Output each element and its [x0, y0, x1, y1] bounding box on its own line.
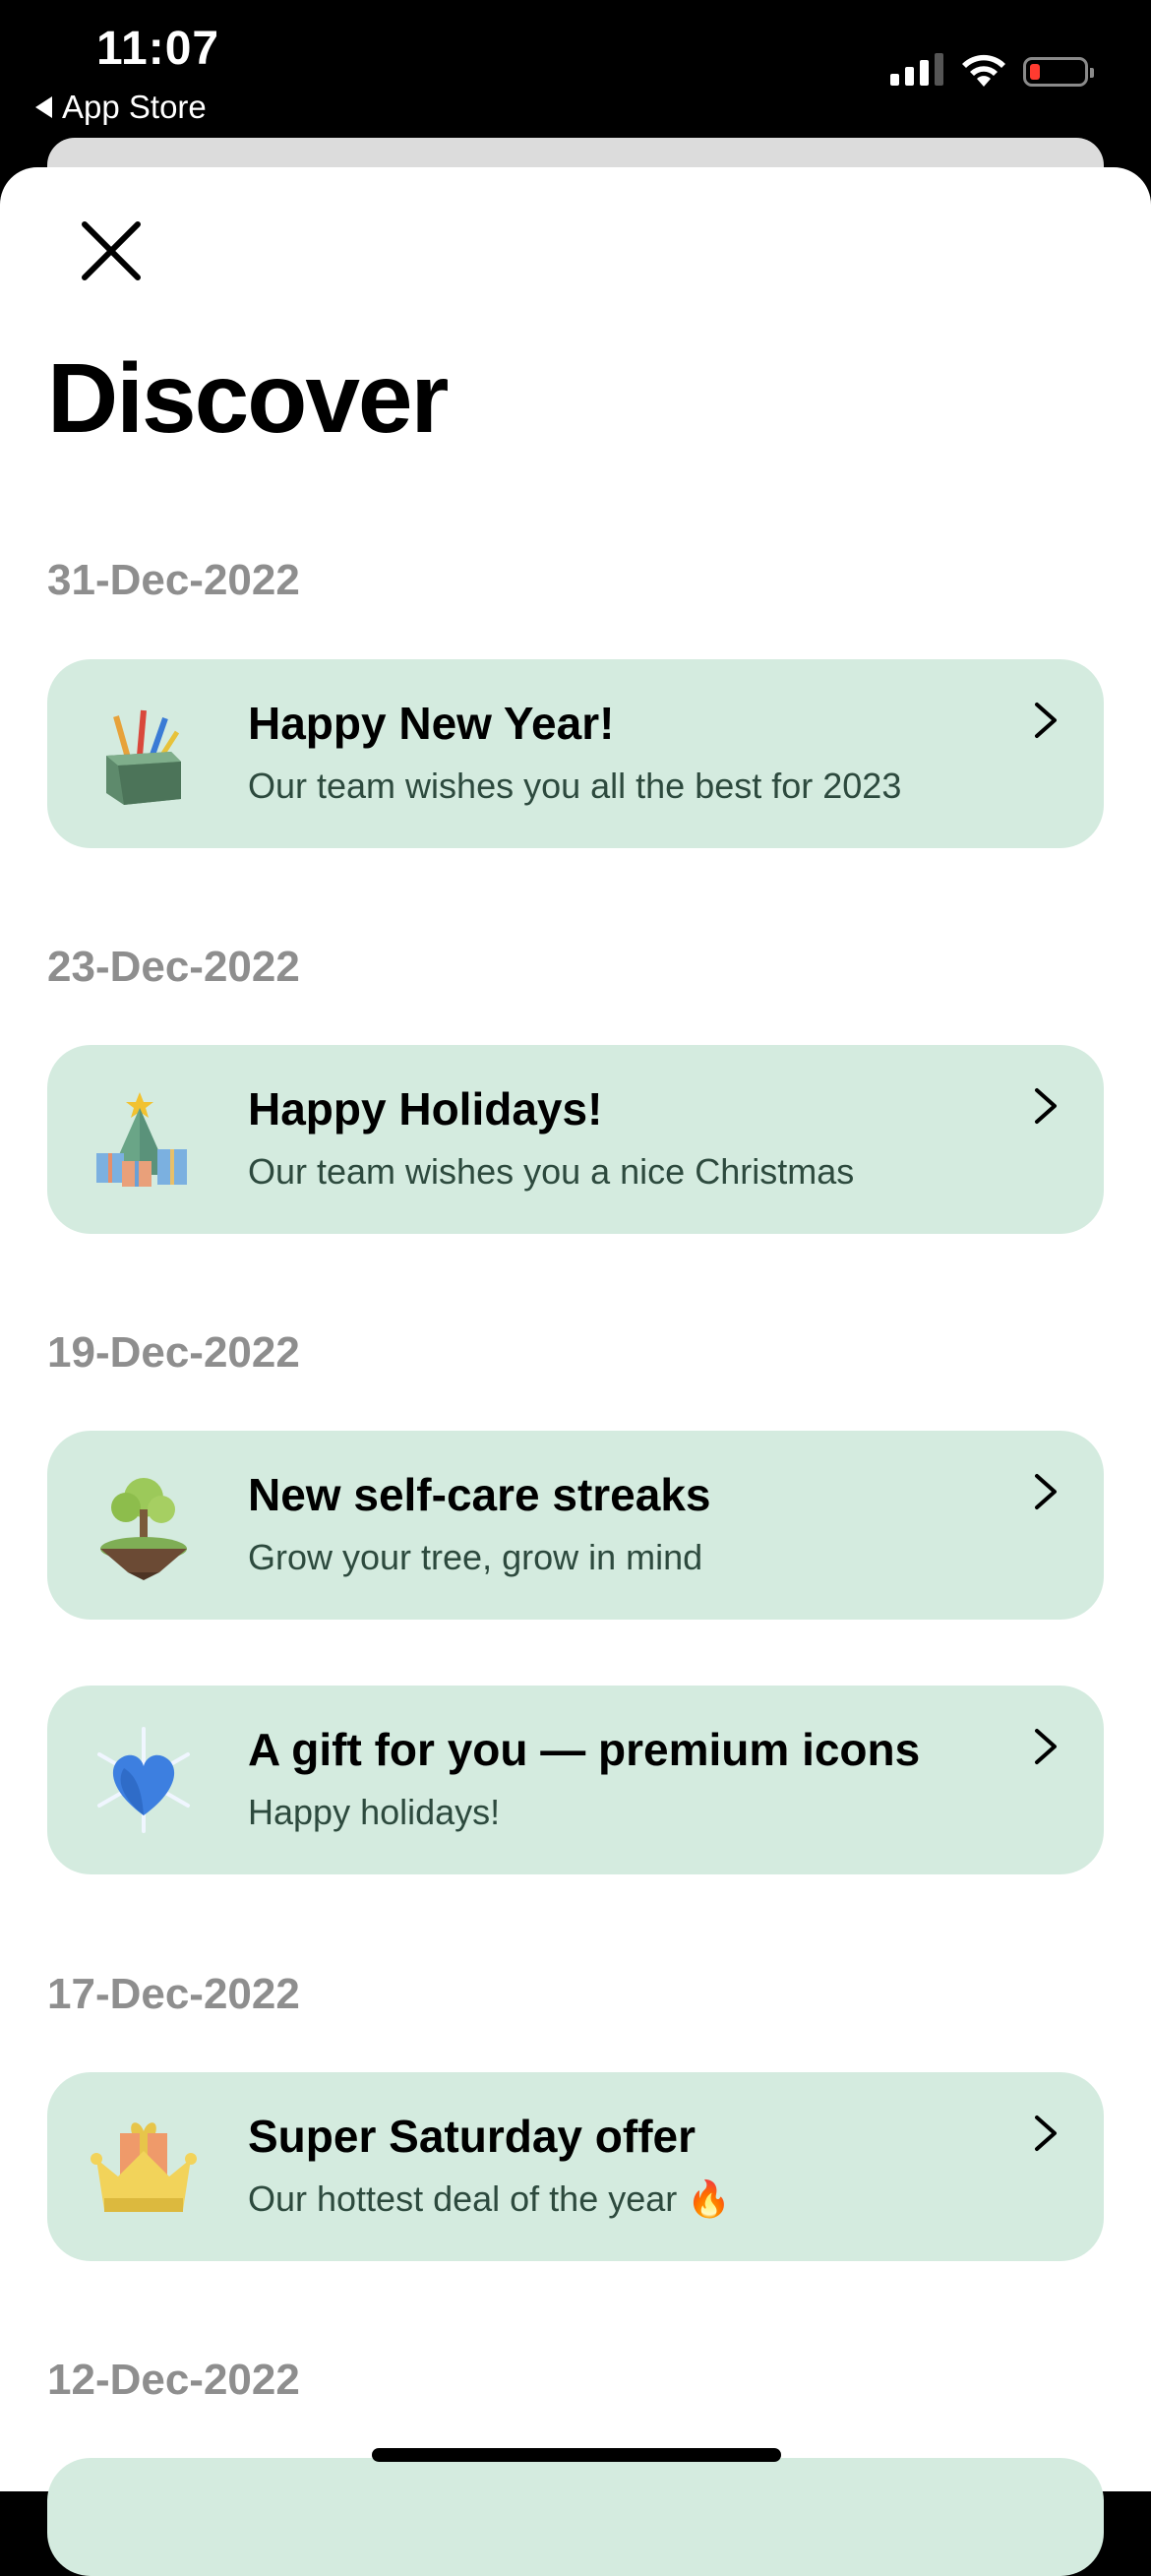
chevron-right-icon [1035, 1729, 1057, 1764]
discover-card-new-year[interactable]: Happy New Year! Our team wishes you all … [47, 659, 1104, 848]
fireworks-box-icon [106, 709, 181, 805]
battery-level [1030, 64, 1040, 80]
discover-card-premium-icons[interactable]: A gift for you — premium icons Happy hol… [47, 1686, 1104, 1874]
card-title: New self-care streaks [248, 1469, 711, 1520]
section-date: 19-Dec-2022 [47, 1328, 300, 1377]
discover-card-self-care-streaks[interactable]: New self-care streaks Grow your tree, gr… [47, 1431, 1104, 1620]
card-subtitle: Our team wishes you all the best for 202… [248, 766, 902, 806]
back-triangle-icon [35, 96, 52, 118]
back-app-label: App Store [62, 89, 207, 125]
wifi-icon [962, 54, 1005, 87]
christmas-tree-gifts-icon [96, 1092, 187, 1187]
page-title: Discover [47, 343, 449, 454]
chevron-right-icon [1035, 703, 1057, 738]
home-indicator[interactable] [372, 2448, 781, 2462]
card-subtitle: Our team wishes you a nice Christmas [248, 1151, 855, 1192]
section-date: 23-Dec-2022 [47, 943, 300, 991]
chevron-right-icon [1035, 2116, 1057, 2151]
card-title: Super Saturday offer [248, 2111, 696, 2162]
section-date: 31-Dec-2022 [47, 556, 300, 604]
section-date: 17-Dec-2022 [47, 1970, 300, 2018]
cellular-signal-icon [890, 53, 943, 86]
floating-tree-icon [100, 1478, 187, 1580]
crown-gift-icon [91, 2122, 197, 2212]
chevron-right-icon [1035, 1474, 1057, 1509]
card-subtitle: Happy holidays! [248, 1792, 501, 1832]
blue-heart-snowflake-icon [97, 1727, 190, 1833]
status-time: 11:07 [96, 23, 220, 75]
chevron-right-icon [1035, 1088, 1057, 1124]
close-icon[interactable] [77, 216, 146, 285]
card-title: A gift for you — premium icons [248, 1724, 921, 1775]
back-to-app-store-link[interactable]: App Store [35, 89, 207, 126]
card-subtitle: Our hottest deal of the year 🔥 [248, 2178, 732, 2219]
discover-card-holidays[interactable]: Happy Holidays! Our team wishes you a ni… [47, 1045, 1104, 1234]
discover-card-super-saturday[interactable]: Super Saturday offer Our hottest deal of… [47, 2072, 1104, 2261]
section-date: 12-Dec-2022 [47, 2356, 300, 2404]
discover-card-partial[interactable] [47, 2458, 1104, 2576]
battery-icon [1023, 57, 1094, 87]
card-title: Happy New Year! [248, 698, 615, 749]
card-title: Happy Holidays! [248, 1083, 603, 1135]
card-subtitle: Grow your tree, grow in mind [248, 1537, 703, 1577]
